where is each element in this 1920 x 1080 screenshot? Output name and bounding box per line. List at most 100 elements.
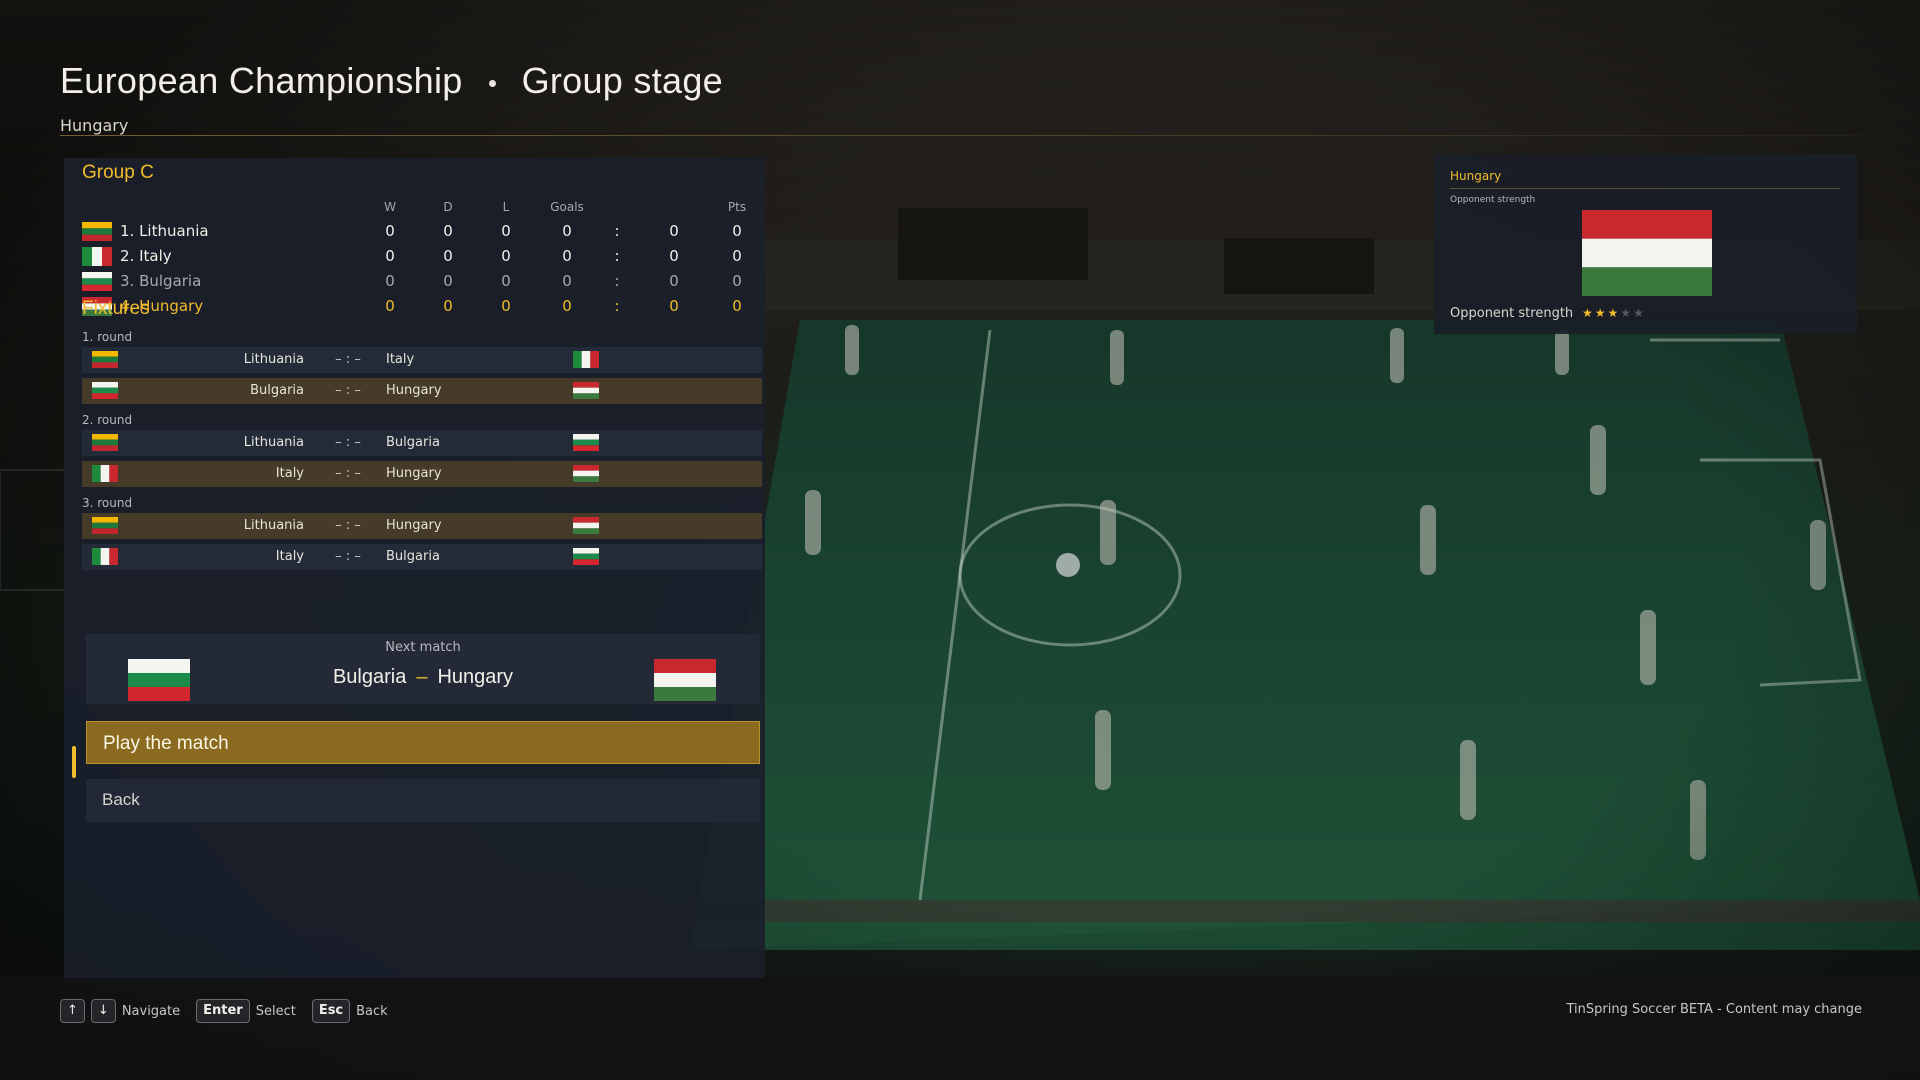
goals-separator: :: [614, 297, 620, 315]
group-title: Group C: [82, 162, 154, 183]
italy-flag-icon: [92, 548, 118, 565]
controls-hint: ↑ ↓ Navigate Enter Select Esc Back: [60, 999, 398, 1023]
fixture-home: Lithuania: [243, 518, 304, 533]
fixture-score: – : –: [335, 518, 361, 533]
star-icon: ★: [1607, 306, 1621, 320]
opponent-info-card: Hungary Opponent strength Opponent stren…: [1434, 154, 1857, 334]
fixture-home: Italy: [275, 466, 304, 481]
lithuania-flag-icon: [92, 351, 118, 368]
goals-against: 0: [669, 297, 679, 315]
draws: 0: [443, 297, 453, 315]
fixture-away: Hungary: [386, 518, 442, 533]
next-match-home: Bulgaria: [332, 666, 407, 688]
goals-against: 0: [669, 222, 679, 240]
next-match-dash: –: [416, 666, 428, 688]
fixture-away: Hungary: [386, 383, 442, 398]
fixture-away: Hungary: [386, 466, 442, 481]
italy-flag-icon: [573, 351, 599, 368]
hungary-flag-icon: [654, 659, 716, 701]
goals-for: 0: [562, 222, 572, 240]
focus-indicator: [72, 746, 76, 778]
standings-header: W D L Goals Pts: [82, 200, 752, 219]
fixture-score: – : –: [335, 549, 361, 564]
standings-row: 2. Italy 0 0 0 0: 0 0: [82, 244, 752, 269]
bulgaria-flag-icon: [92, 382, 118, 399]
goals-separator: :: [614, 222, 620, 240]
strength-stars: ★★★★★: [1582, 306, 1646, 320]
col-pts: Pts: [727, 200, 747, 214]
esc-key: Esc: [311, 999, 351, 1023]
fixture-score: – : –: [335, 352, 361, 367]
star-icon: ★: [1620, 306, 1634, 320]
hungary-flag-icon: [573, 382, 599, 399]
goals-separator: :: [614, 247, 620, 265]
team-subtitle: Hungary: [60, 116, 129, 135]
star-icon: ★: [1633, 306, 1646, 320]
title-separator: [488, 79, 496, 87]
standings-row: 3. Bulgaria 0 0 0 0: 0 0: [82, 269, 752, 294]
col-w: W: [384, 200, 396, 214]
hungary-flag-icon: [573, 465, 599, 482]
team-name: 1. Lithuania: [120, 222, 209, 240]
goals-separator: :: [614, 272, 620, 290]
losses: 0: [501, 247, 511, 265]
lithuania-flag-icon: [92, 434, 118, 451]
next-match-card: Next match Bulgaria – Hungary: [86, 634, 760, 704]
fixture-home: Bulgaria: [250, 383, 304, 398]
enter-key: Enter: [196, 999, 250, 1023]
card-divider: [1450, 188, 1840, 189]
wins: 0: [385, 272, 395, 290]
bulgaria-flag-icon: [573, 548, 599, 565]
up-key: ↑: [60, 999, 85, 1023]
round-label: 2. round: [82, 413, 133, 427]
goals-for: 0: [562, 297, 572, 315]
losses: 0: [501, 297, 511, 315]
draws: 0: [443, 222, 453, 240]
draws: 0: [443, 272, 453, 290]
fixtures-title: Fixtures: [82, 298, 150, 319]
wins: 0: [385, 297, 395, 315]
losses: 0: [501, 272, 511, 290]
opponent-name: Hungary: [1450, 169, 1502, 183]
standings-table: W D L Goals Pts 1. Lithuania 0 0 0 0:0 0 2. It…: [82, 200, 752, 319]
fixture-away: Bulgaria: [386, 549, 440, 564]
opponent-strength-caption: Opponent strength: [1450, 195, 1536, 205]
losses: 0: [501, 222, 511, 240]
fixture-home: Lithuania: [243, 352, 304, 367]
wins: 0: [385, 247, 395, 265]
italy-flag-icon: [82, 247, 112, 266]
fixture-score: – : –: [335, 435, 361, 450]
star-icon: ★: [1594, 306, 1608, 320]
lithuania-flag-icon: [82, 222, 112, 241]
bulgaria-flag-icon: [82, 272, 112, 291]
stage-title: Group stage: [521, 60, 724, 101]
fixture-row: Bulgaria – : – Hungary: [82, 378, 762, 404]
draws: 0: [443, 247, 453, 265]
back-hint: Back: [356, 1003, 388, 1019]
play-match-button[interactable]: Play the match: [86, 721, 760, 764]
goals-for: 0: [562, 247, 572, 265]
wins: 0: [385, 222, 395, 240]
hungary-flag-icon: [1582, 210, 1712, 296]
col-d: D: [443, 200, 453, 214]
footer-bar: [0, 976, 1920, 1080]
page-header: European Championship Group stage Hungar…: [60, 60, 723, 135]
round-label: 1. round: [82, 330, 133, 344]
round-label: 3. round: [82, 496, 133, 510]
goals-for: 0: [562, 272, 572, 290]
select-hint: Select: [255, 1003, 296, 1019]
fixture-home: Italy: [275, 549, 304, 564]
fixture-row: Lithuania – : – Bulgaria: [82, 430, 762, 456]
back-button[interactable]: Back: [86, 779, 760, 822]
fixture-home: Lithuania: [243, 435, 304, 450]
standings-row: 4. Hungary 0 0 0 0:0 0: [82, 294, 752, 319]
lithuania-flag-icon: [92, 517, 118, 534]
next-match-label: Next match: [385, 640, 461, 655]
bulgaria-flag-icon: [573, 434, 599, 451]
col-l: L: [502, 200, 510, 214]
points: 0: [732, 247, 742, 265]
star-icon: ★: [1582, 306, 1595, 320]
fixture-row: Lithuania – : – Italy: [82, 347, 762, 373]
fixture-score: – : –: [335, 383, 361, 398]
italy-flag-icon: [92, 465, 118, 482]
